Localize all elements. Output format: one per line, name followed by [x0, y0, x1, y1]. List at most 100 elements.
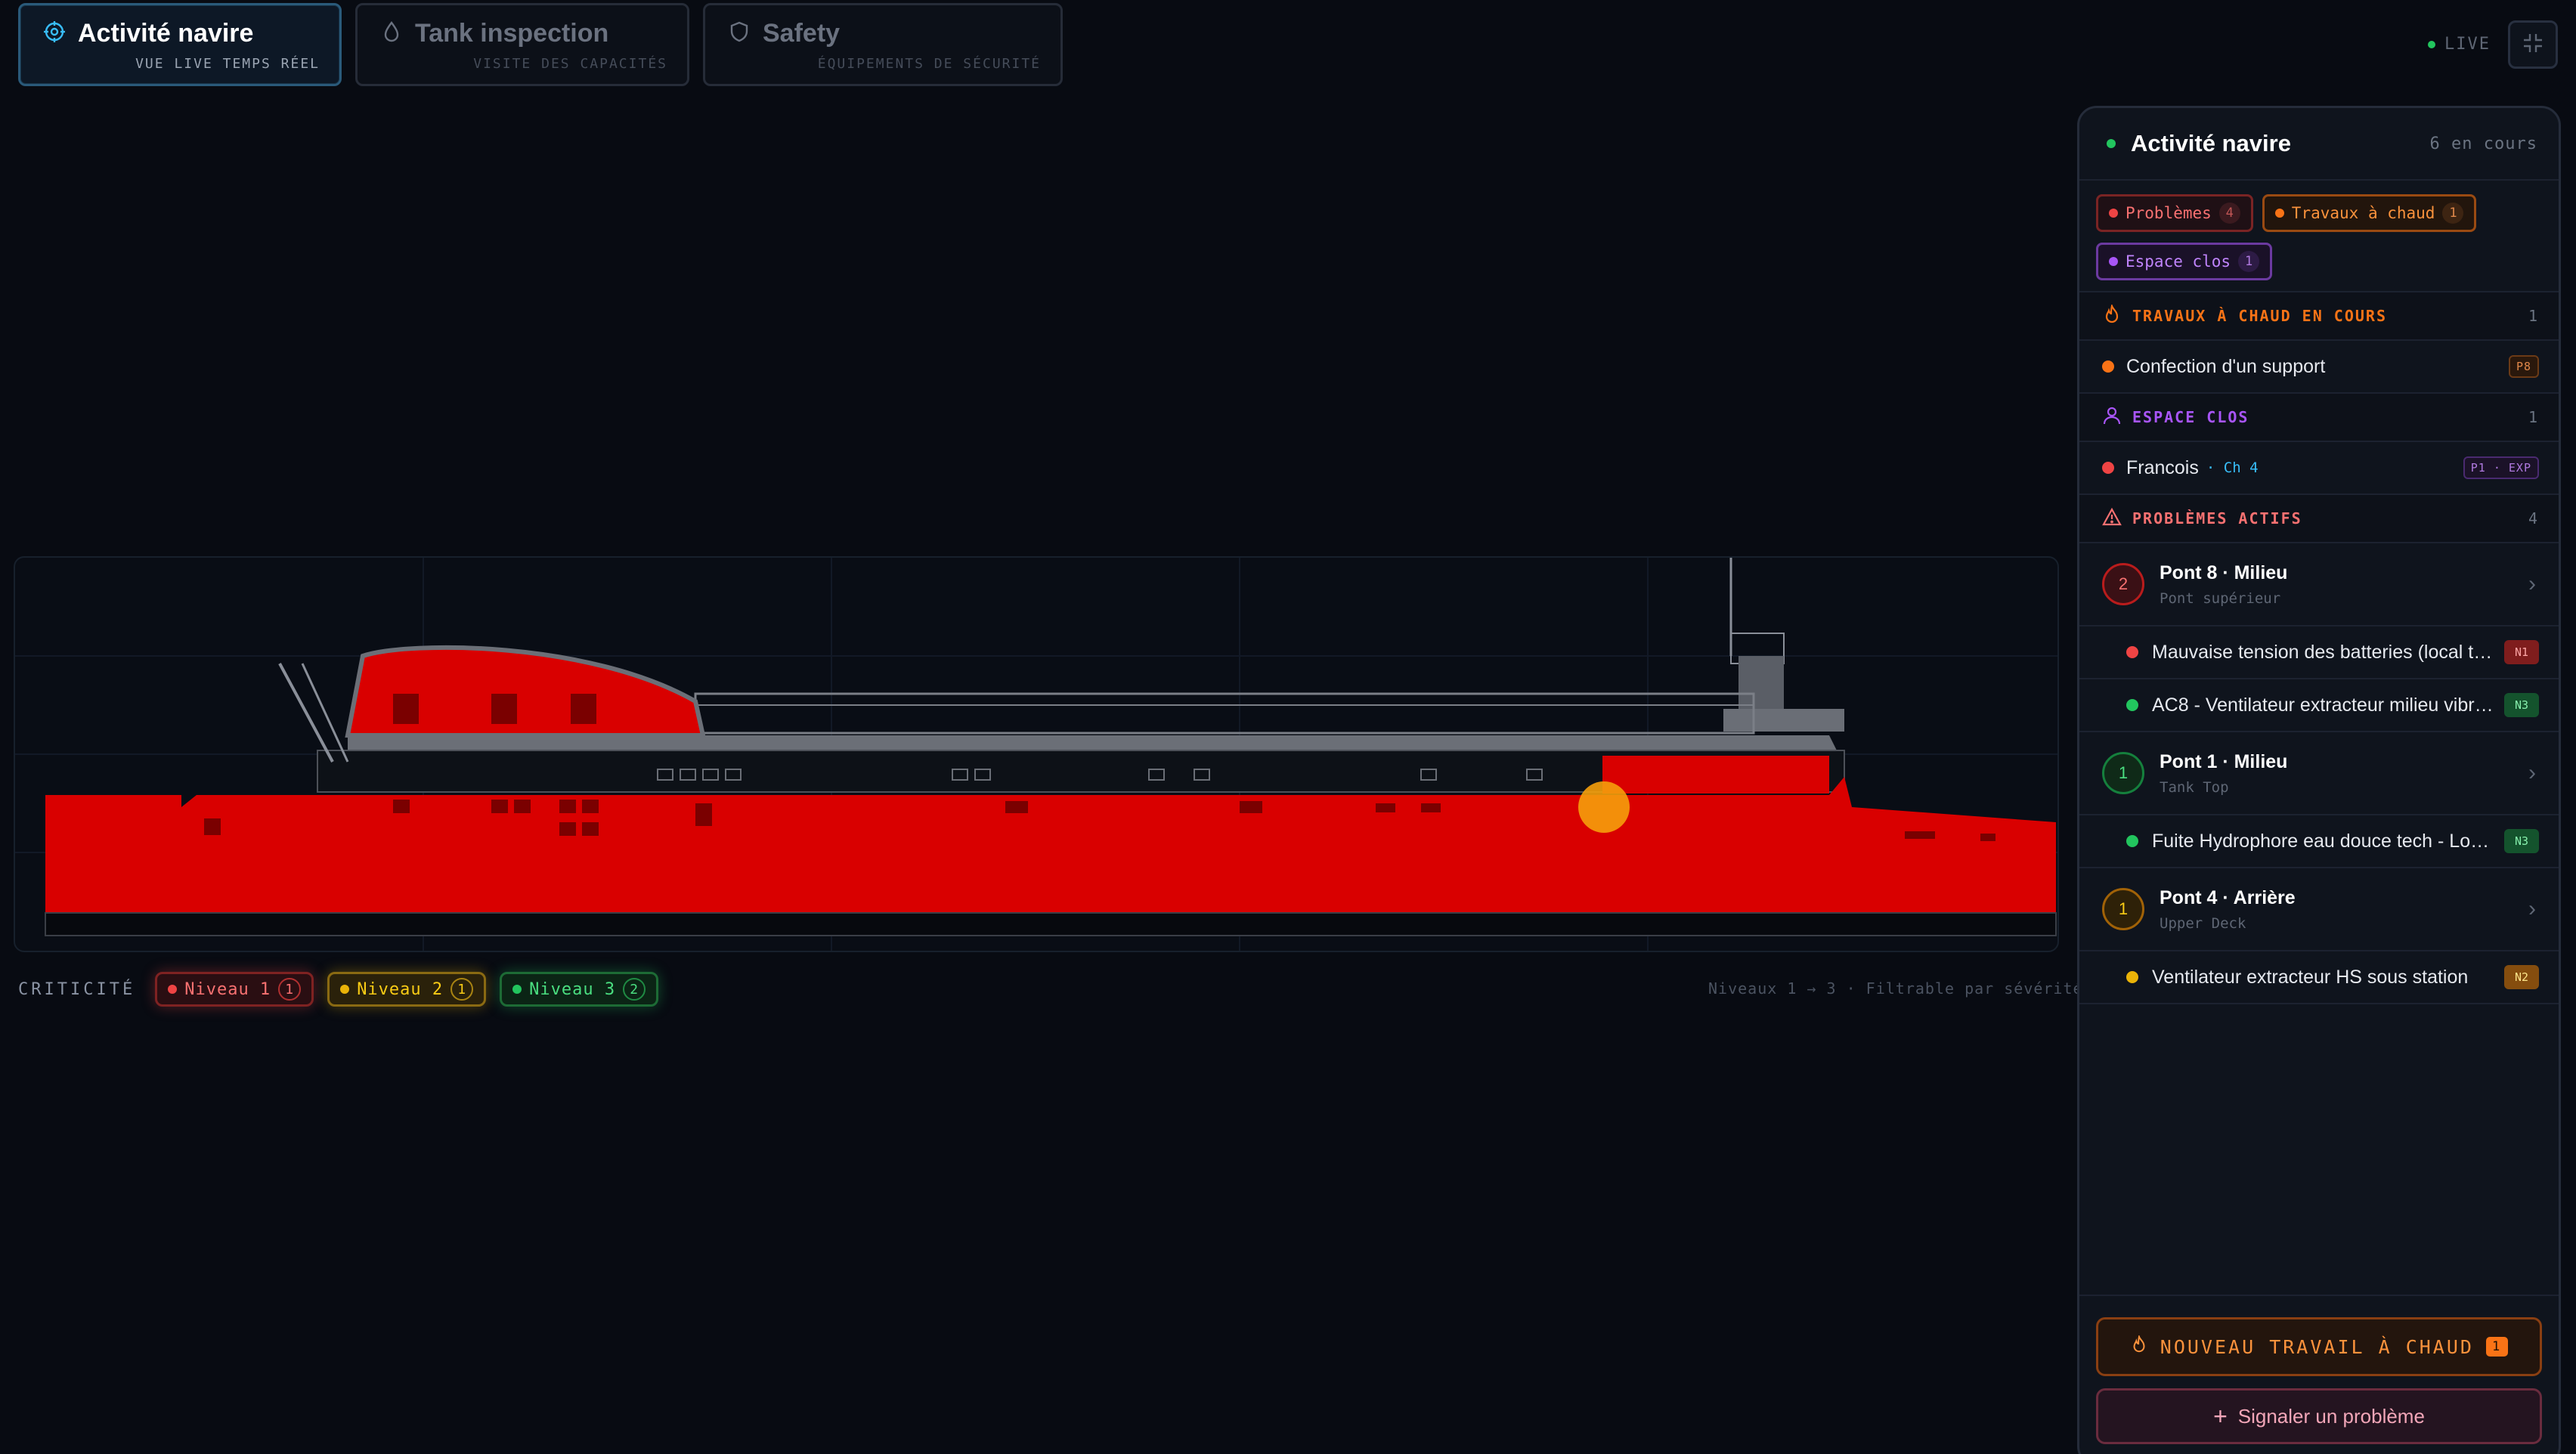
- deck-tag: P8: [2508, 355, 2539, 378]
- issue-text: AC8 - Ventilateur extracteur milieu vibr…: [2152, 694, 2504, 716]
- tab-subtitle: VUE LIVE TEMPS RÉEL: [135, 56, 320, 72]
- ship-profile-view[interactable]: [14, 556, 2059, 952]
- severity-dot: [2126, 646, 2138, 658]
- collapse-button[interactable]: [2508, 20, 2558, 69]
- droplet-icon: [380, 20, 403, 47]
- hot-work-item[interactable]: Confection d'un support P8: [2079, 341, 2559, 394]
- channel-value: Ch 4: [2223, 459, 2259, 476]
- plus-icon: +: [2213, 1402, 2228, 1430]
- deck-subtitle: Pont supérieur: [2160, 589, 2281, 607]
- section-active-problems: PROBLÈMES ACTIFS 4: [2079, 495, 2559, 543]
- deck-issue-count: 1: [2102, 888, 2144, 930]
- filter-count: 1: [2442, 203, 2464, 224]
- severity-tag: N1: [2504, 640, 2539, 664]
- confined-item[interactable]: Francois · Ch 4 P1 · EXP: [2079, 442, 2559, 495]
- issue-item[interactable]: Fuite Hydrophore eau douce tech - Local …: [2079, 815, 2559, 868]
- activity-panel: Activité navire 6 en cours Problèmes 4 T…: [2077, 106, 2561, 1454]
- filter-problemes[interactable]: Problèmes 4: [2096, 194, 2253, 232]
- severity-dot: [2126, 699, 2138, 711]
- live-label: LIVE: [2444, 35, 2491, 54]
- issue-item[interactable]: AC8 - Ventilateur extracteur milieu vibr…: [2079, 679, 2559, 732]
- channel-label: · Ch 4: [2206, 459, 2259, 476]
- level-count: 2: [623, 978, 646, 1001]
- collapse-icon: [2522, 32, 2544, 58]
- ship-profile-svg: [15, 558, 2057, 951]
- severity-tag: N3: [2504, 829, 2539, 853]
- person-name: Francois: [2126, 456, 2199, 478]
- criticity-label: CRITICITÉ: [18, 979, 136, 999]
- deck-tag: P1 · EXP: [2463, 456, 2539, 479]
- deck-name: Pont 1 · Milieu: [2160, 750, 2288, 772]
- filter-dot: [2274, 209, 2284, 218]
- severity-dot: [2126, 835, 2138, 847]
- level-dot: [340, 985, 350, 994]
- level-dot: [168, 985, 178, 994]
- deck-row-pont-4[interactable]: 1 Pont 4 · Arrière Upper Deck ›: [2079, 868, 2559, 951]
- new-hot-work-button[interactable]: NOUVEAU TRAVAIL À CHAUD 1: [2096, 1317, 2542, 1376]
- deck-name: Pont 8 · Milieu: [2160, 561, 2288, 583]
- button-label: NOUVEAU TRAVAIL À CHAUD: [2160, 1335, 2474, 1358]
- flame-icon: [2102, 302, 2122, 328]
- panel-title: Activité navire: [2131, 130, 2291, 156]
- tab-safety[interactable]: Safety ÉQUIPEMENTS DE SÉCURITÉ: [703, 3, 1063, 86]
- level-label: Niveau 1: [184, 979, 271, 999]
- deck-row-pont-8[interactable]: 2 Pont 8 · Milieu Pont supérieur ›: [2079, 543, 2559, 626]
- criticity-level-2-chip[interactable]: Niveau 2 1: [327, 972, 487, 1007]
- severity-tag: N3: [2504, 693, 2539, 717]
- level-count: 1: [450, 978, 474, 1001]
- panel-header: Activité navire 6 en cours: [2079, 108, 2559, 181]
- chevron-right-icon: ›: [2528, 760, 2536, 785]
- tab-activite-navire[interactable]: Activité navire VUE LIVE TEMPS RÉEL: [18, 3, 342, 86]
- filter-count: 4: [2218, 203, 2240, 224]
- criticity-level-3-chip[interactable]: Niveau 3 2: [500, 972, 659, 1007]
- hot-work-marker[interactable]: [1578, 781, 1630, 833]
- severity-tag: N2: [2504, 965, 2539, 989]
- chevron-right-icon: ›: [2528, 896, 2536, 921]
- tab-title: Activité navire: [78, 19, 254, 48]
- section-count: 1: [2528, 307, 2537, 325]
- filter-count: 1: [2238, 251, 2260, 272]
- deck-issue-count: 1: [2102, 752, 2144, 794]
- criticity-level-1-chip[interactable]: Niveau 1 1: [155, 972, 314, 1007]
- hot-work-text: Confection d'un support: [2126, 355, 2326, 377]
- tab-title: Tank inspection: [415, 19, 609, 48]
- button-label: Signaler un problème: [2237, 1404, 2425, 1428]
- tab-subtitle: VISITE DES CAPACITÉS: [473, 56, 667, 72]
- issue-item[interactable]: Mauvaise tension des batteries (local te…: [2079, 626, 2559, 679]
- target-icon: [43, 20, 66, 47]
- criticity-note: Niveaux 1 → 3 · Filtrable par sévérité: [1708, 979, 2083, 998]
- section-count: 1: [2528, 408, 2537, 426]
- deck-subtitle: Tank Top: [2160, 778, 2229, 796]
- flame-icon: [2130, 1334, 2148, 1358]
- panel-filters: Problèmes 4 Travaux à chaud 1 Espace clo…: [2079, 181, 2559, 292]
- section-label: TRAVAUX À CHAUD EN COURS: [2132, 307, 2387, 325]
- filter-travaux-a-chaud[interactable]: Travaux à chaud 1: [2262, 194, 2477, 232]
- issue-text: Ventilateur extracteur HS sous station: [2152, 966, 2469, 988]
- hot-work-count-badge: 1: [2485, 1337, 2509, 1357]
- filter-espace-clos[interactable]: Espace clos 1: [2096, 243, 2273, 280]
- person-icon: [2102, 406, 2122, 429]
- section-hot-work: TRAVAUX À CHAUD EN COURS 1: [2079, 292, 2559, 341]
- status-dot: [2107, 139, 2116, 148]
- level-label: Niveau 3: [529, 979, 616, 999]
- criticity-legend: CRITICITÉ Niveau 1 1 Niveau 2 1 Niveau 3…: [18, 972, 659, 1007]
- section-label: ESPACE CLOS: [2132, 408, 2249, 426]
- tab-tank-inspection[interactable]: Tank inspection VISITE DES CAPACITÉS: [355, 3, 689, 86]
- tab-subtitle: ÉQUIPEMENTS DE SÉCURITÉ: [817, 56, 1041, 72]
- warning-icon: [2102, 507, 2122, 531]
- chevron-right-icon: ›: [2528, 571, 2536, 596]
- level-dot: [512, 985, 522, 994]
- status-dot: [2102, 462, 2114, 474]
- issue-text: Mauvaise tension des batteries (local te…: [2152, 641, 2504, 663]
- filter-dot: [2109, 209, 2118, 218]
- section-confined-space: ESPACE CLOS 1: [2079, 394, 2559, 442]
- deck-subtitle: Upper Deck: [2160, 914, 2246, 932]
- tab-title: Safety: [763, 19, 841, 48]
- deck-row-pont-1[interactable]: 1 Pont 1 · Milieu Tank Top ›: [2079, 732, 2559, 815]
- section-label: PROBLÈMES ACTIFS: [2132, 509, 2302, 527]
- severity-dot: [2126, 971, 2138, 983]
- panel-actions: NOUVEAU TRAVAIL À CHAUD 1 + Signaler un …: [2079, 1295, 2559, 1454]
- issue-item[interactable]: Ventilateur extracteur HS sous station N…: [2079, 951, 2559, 1004]
- report-problem-button[interactable]: + Signaler un problème: [2096, 1388, 2542, 1444]
- live-dot: [2428, 40, 2435, 48]
